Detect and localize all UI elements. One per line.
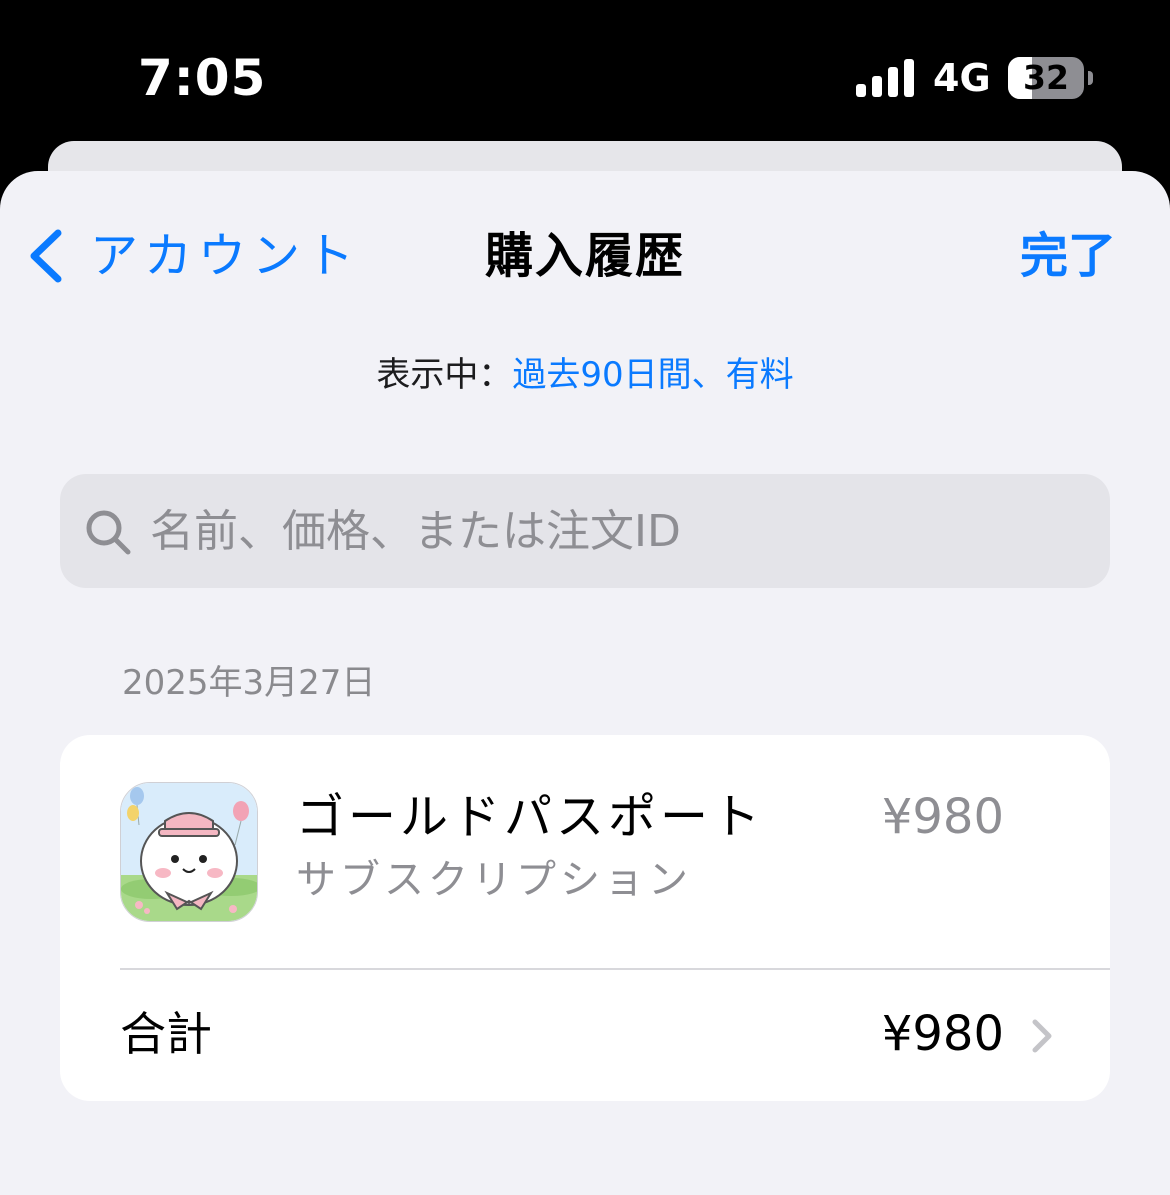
filter-value-link[interactable]: 過去90日間、有料: [512, 355, 793, 395]
cellular-signal-icon: [856, 59, 914, 97]
battery-icon: 32: [1008, 57, 1093, 99]
app-icon: [120, 782, 258, 922]
search-input[interactable]: [150, 474, 1090, 588]
purchase-subtitle: サブスクリプション: [296, 857, 692, 903]
purchase-title: ゴールドパスポート: [296, 789, 765, 845]
done-button[interactable]: 完了: [1020, 226, 1116, 286]
total-value: ¥980: [881, 1006, 1004, 1062]
page-title: 購入履歴: [484, 228, 685, 284]
purchase-price: ¥980: [881, 789, 1004, 845]
purchase-row[interactable]: ゴールドパスポート サブスクリプション ¥980: [60, 735, 1110, 969]
network-type: 4G: [933, 56, 991, 100]
filter-prefix: 表示中：: [376, 355, 513, 395]
purchase-card: ゴールドパスポート サブスクリプション ¥980 合計 ¥980: [60, 735, 1110, 1101]
filter-summary: 表示中：過去90日間、有料: [0, 353, 1170, 397]
search-bar[interactable]: [60, 474, 1110, 588]
status-time: 7:05: [138, 49, 267, 107]
total-row[interactable]: 合計 ¥980: [60, 970, 1110, 1101]
section-date-header: 2025年3月27日: [122, 663, 376, 703]
search-icon: [86, 510, 131, 555]
purchase-history-sheet: アカウント 購入履歴 完了 表示中：過去90日間、有料 2025年3月27日: [0, 171, 1170, 1195]
status-bar: 7:05 4G 32: [0, 0, 1170, 160]
chevron-right-icon: [1032, 1019, 1052, 1053]
battery-level: 32: [1023, 58, 1069, 97]
total-label: 合計: [120, 1007, 212, 1061]
